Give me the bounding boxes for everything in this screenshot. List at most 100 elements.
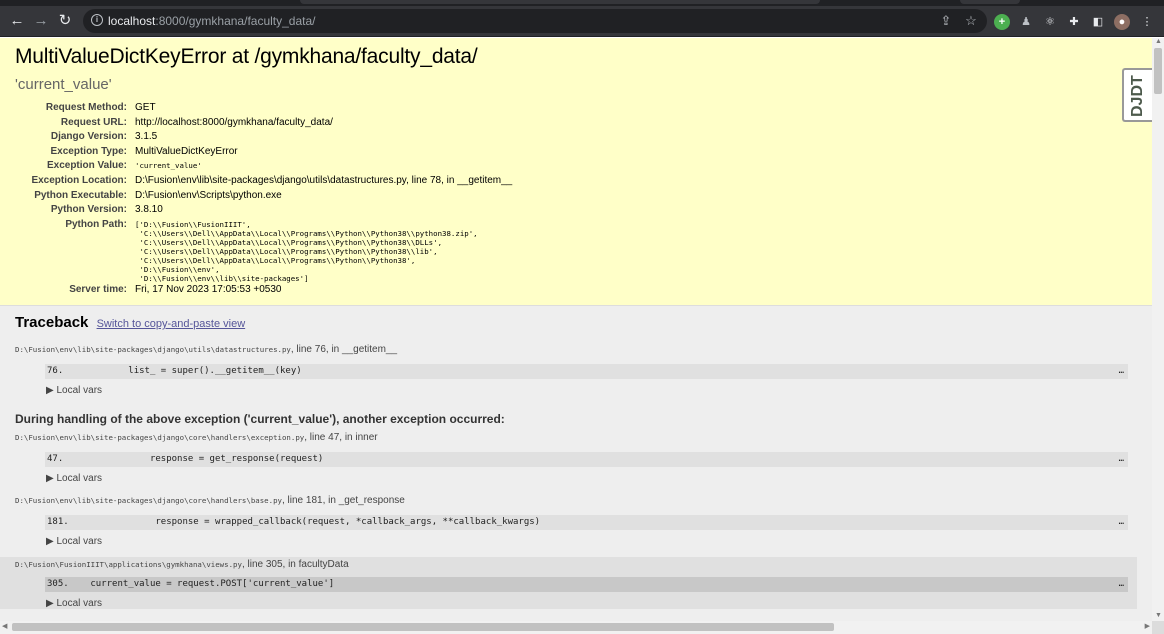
meta-row: Exception Value: 'current_value'	[15, 159, 1137, 174]
frame-file: D:\Fusion\env\lib\site-packages\django\c…	[15, 496, 282, 505]
sidepanel-icon[interactable]: ◧	[1090, 14, 1106, 30]
context-line[interactable]: 47. response = get_response(request) …	[45, 452, 1128, 467]
python-path-value: ['D:\\Fusion\\FusionIIIT', 'C:\\Users\\D…	[135, 219, 478, 284]
expand-context-dots[interactable]: …	[1119, 515, 1124, 530]
tab-hint	[300, 0, 820, 4]
request-meta-table: Request Method: GET Request URL: http://lo…	[15, 101, 1137, 298]
meta-key: Exception Type:	[50, 145, 128, 157]
meta-row: Request Method: GET	[15, 101, 1137, 116]
share-icon[interactable]: ⇪	[938, 13, 954, 29]
code-text: 181. response = wrapped_callback(request…	[47, 517, 541, 527]
extension-icon[interactable]: ♟	[1018, 14, 1034, 30]
switch-copy-paste-link[interactable]: Switch to copy-and-paste view	[97, 318, 246, 330]
url-host: localhost	[108, 14, 156, 28]
meta-key: Python Version:	[50, 204, 127, 216]
meta-value: 3.8.10	[135, 204, 163, 216]
puzzle-icon[interactable]: ✚	[1066, 14, 1082, 30]
server-time-value: Fri, 17 Nov 2023 17:05:53 +0530	[135, 284, 282, 296]
djdt-label: DJDT	[1129, 75, 1146, 117]
scroll-down-arrow-icon[interactable]: ▼	[1155, 612, 1162, 619]
meta-row: Exception Type: MultiValueDictKeyError	[15, 145, 1137, 160]
frame-location: D:\Fusion\env\lib\site-packages\django\c…	[0, 432, 1137, 443]
context-line[interactable]: 305. current_value = request.POST['curre…	[45, 577, 1128, 592]
frame-file: D:\Fusion\env\lib\site-packages\django\u…	[15, 345, 291, 354]
error-summary: MultiValueDictKeyError at /gymkhana/facu…	[0, 38, 1152, 306]
meta-row: Server time: Fri, 17 Nov 2023 17:05:53 +0…	[15, 283, 1137, 298]
profile-avatar[interactable]: ●	[1114, 14, 1130, 30]
django-debug-toolbar-handle[interactable]: DJDT	[1122, 68, 1152, 122]
scroll-left-arrow-icon[interactable]: ◀	[2, 622, 7, 630]
local-vars-toggle[interactable]: ▶ Local vars	[46, 598, 1137, 609]
context-line[interactable]: 76. list_ = super().__getitem__(key) …	[45, 364, 1128, 379]
react-icon[interactable]: ⚛	[1042, 14, 1058, 30]
frame-location: D:\Fusion\env\lib\site-packages\django\c…	[0, 495, 1137, 506]
local-vars-toggle[interactable]: ▶ Local vars	[46, 536, 1137, 547]
browser-toolbar: ← → ↻ i localhost:8000/gymkhana/faculty_…	[0, 6, 1164, 37]
meta-row: Exception Location: D:\Fusion\env\lib\sit…	[15, 174, 1137, 189]
meta-value: D:\Fusion\env\Scripts\python.exe	[135, 189, 282, 201]
vertical-scrollbar[interactable]: ▲ ▼	[1152, 38, 1164, 621]
expand-context-dots[interactable]: …	[1119, 577, 1124, 592]
meta-value: GET	[135, 102, 156, 113]
meta-key: Exception Value:	[46, 160, 127, 172]
meta-key: Django Version:	[50, 131, 127, 143]
meta-row: Django Version: 3.1.5	[15, 130, 1137, 145]
scroll-up-arrow-icon[interactable]: ▲	[1155, 38, 1162, 45]
meta-value: 'current_value'	[135, 161, 202, 171]
url-text[interactable]: localhost:8000/gymkhana/faculty_data/	[108, 14, 315, 28]
vertical-scroll-thumb[interactable]	[1154, 48, 1162, 94]
scroll-right-arrow-icon[interactable]: ▶	[1145, 622, 1150, 630]
forward-icon[interactable]: →	[31, 11, 51, 31]
info-icon[interactable]: i	[91, 14, 103, 26]
error-subtitle: 'current_value'	[15, 76, 112, 93]
menu-icon[interactable]: ⋮	[1139, 14, 1155, 30]
meta-row: Python Version: 3.8.10	[15, 203, 1137, 218]
traceback-heading: Traceback Switch to copy-and-paste view	[15, 314, 1137, 331]
traceback-title: Traceback	[15, 314, 89, 331]
address-bar[interactable]: i localhost:8000/gymkhana/faculty_data/ …	[83, 9, 987, 33]
tab-hint-right	[960, 0, 1020, 4]
horizontal-scrollbar[interactable]: ◀ ▶	[0, 621, 1152, 634]
during-handling-heading: During handling of the above exception (…	[15, 412, 505, 426]
meta-value: http://localhost:8000/gymkhana/faculty_d…	[135, 116, 333, 128]
expand-context-dots[interactable]: …	[1119, 452, 1124, 467]
error-title: MultiValueDictKeyError at /gymkhana/facu…	[15, 45, 478, 68]
url-path: :8000/gymkhana/faculty_data/	[155, 14, 316, 28]
frame-file: D:\Fusion\env\lib\site-packages\django\c…	[15, 433, 305, 442]
extension-green-icon[interactable]: +	[994, 14, 1010, 30]
frame-where: , line 305, in facultyData	[241, 559, 349, 570]
meta-row: Python Executable: D:\Fusion\env\Scripts\…	[15, 189, 1137, 204]
meta-value: MultiValueDictKeyError	[135, 145, 238, 157]
context-line[interactable]: 181. response = wrapped_callback(request…	[45, 515, 1128, 530]
meta-key: Request Method:	[45, 102, 127, 113]
expand-context-dots[interactable]: …	[1119, 364, 1124, 379]
frame-file: D:\Fusion\FusionIIIT\applications\gymkha…	[15, 560, 242, 569]
meta-value: D:\Fusion\env\lib\site-packages\django\u…	[135, 174, 513, 186]
code-text: 305. current_value = request.POST['curre…	[47, 579, 335, 589]
reload-icon[interactable]: ↻	[55, 11, 75, 31]
star-icon[interactable]: ☆	[963, 13, 979, 29]
meta-row: Request URL: http://localhost:8000/gymkha…	[15, 116, 1137, 131]
scrollbar-corner	[1152, 621, 1164, 634]
meta-key: Request URL:	[60, 116, 127, 128]
meta-key: Server time:	[69, 284, 127, 296]
meta-key: Python Executable:	[34, 189, 127, 201]
traceback-section: Traceback Switch to copy-and-paste view …	[0, 306, 1152, 621]
frame-where: , line 76, in __getitem__	[290, 344, 398, 355]
user-frame: D:\Fusion\FusionIIIT\applications\gymkha…	[0, 557, 1137, 609]
meta-key: Exception Location:	[31, 174, 127, 186]
frame-location: D:\Fusion\FusionIIIT\applications\gymkha…	[15, 559, 1137, 570]
local-vars-toggle[interactable]: ▶ Local vars	[46, 473, 1137, 484]
horizontal-scroll-thumb[interactable]	[12, 623, 834, 631]
django-error-page: MultiValueDictKeyError at /gymkhana/facu…	[0, 38, 1152, 621]
back-icon[interactable]: ←	[7, 11, 27, 31]
frame-location: D:\Fusion\env\lib\site-packages\django\u…	[0, 344, 1137, 355]
frame-where: , line 181, in _get_response	[281, 495, 405, 506]
code-text: 47. response = get_response(request)	[47, 454, 324, 464]
code-text: 76. list_ = super().__getitem__(key)	[47, 366, 302, 376]
meta-row: Python Path: ['D:\\Fusion\\FusionIIIT', '…	[15, 218, 1137, 284]
local-vars-toggle[interactable]: ▶ Local vars	[46, 385, 1137, 396]
frame-where: , line 47, in inner	[304, 432, 378, 443]
meta-key: Python Path:	[65, 218, 127, 230]
meta-value: 3.1.5	[135, 131, 158, 143]
